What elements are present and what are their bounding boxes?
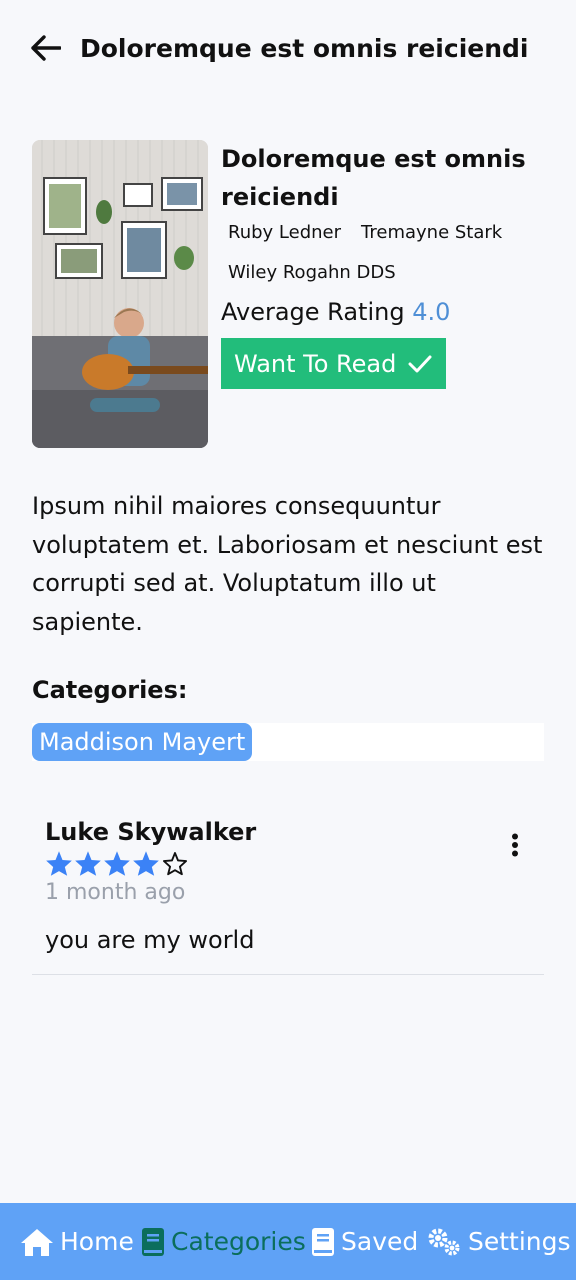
nav-home[interactable]: Home: [20, 1203, 134, 1280]
categories-heading: Categories:: [32, 676, 188, 704]
app-header: Doloremque est omnis reiciendi: [0, 0, 576, 100]
bottom-navigation: Home Categories Saved Settings: [0, 1203, 576, 1280]
category-chip[interactable]: Maddison Mayert: [32, 723, 253, 761]
gears-icon: [426, 1227, 462, 1257]
page-title: Doloremque est omnis reiciendi: [80, 34, 529, 63]
star-filled-icon: [103, 850, 131, 877]
review-text: you are my world: [45, 926, 255, 954]
nav-categories-label: Categories: [171, 1227, 306, 1256]
nav-settings[interactable]: Settings: [426, 1203, 571, 1280]
nav-saved-label: Saved: [341, 1227, 419, 1256]
review-options-button[interactable]: [502, 830, 528, 860]
saved-book-icon: [311, 1227, 335, 1257]
author-chip[interactable]: Wiley Rogahn DDS: [221, 260, 403, 286]
star-filled-icon: [74, 850, 102, 877]
average-rating: Average Rating 4.0: [221, 298, 544, 326]
check-icon: [408, 354, 432, 374]
arrow-left-icon: [31, 35, 61, 61]
reviewer-name: Luke Skywalker: [45, 818, 257, 846]
book-icon: [141, 1227, 165, 1257]
nav-home-label: Home: [60, 1227, 134, 1256]
author-list: Ruby Ledner Tremayne Stark Wiley Rogahn …: [221, 220, 544, 300]
star-rating: [45, 850, 190, 877]
nav-settings-label: Settings: [468, 1227, 571, 1256]
nav-categories[interactable]: Categories: [141, 1203, 306, 1280]
star-filled-icon: [45, 850, 73, 877]
rating-label: Average Rating: [221, 298, 405, 326]
book-cover-image: [32, 140, 208, 448]
book-description: Ipsum nihil maiores consequuntur volupta…: [32, 492, 543, 636]
want-to-read-button[interactable]: Want To Read: [221, 338, 447, 389]
home-icon: [20, 1227, 54, 1257]
category-list: Maddison Mayert: [32, 723, 544, 761]
book-details: Doloremque est omnis reiciendi Ruby Ledn…: [32, 140, 544, 450]
star-empty-icon: [161, 850, 189, 877]
author-chip[interactable]: Tremayne Stark: [354, 220, 509, 246]
book-info: Doloremque est omnis reiciendi Ruby Ledn…: [221, 140, 544, 389]
more-vertical-icon: [512, 833, 518, 857]
review-time: 1 month ago: [45, 880, 186, 905]
nav-saved[interactable]: Saved: [311, 1203, 418, 1280]
rating-value: 4.0: [412, 298, 451, 326]
author-chip[interactable]: Ruby Ledner: [221, 220, 348, 246]
star-filled-icon: [132, 850, 160, 877]
review-card: Luke Skywalker 1 month ago you are my wo…: [32, 810, 544, 975]
back-button[interactable]: [28, 30, 64, 66]
book-title: Doloremque est omnis reiciendi: [221, 145, 526, 211]
want-to-read-label: Want To Read: [234, 349, 397, 378]
